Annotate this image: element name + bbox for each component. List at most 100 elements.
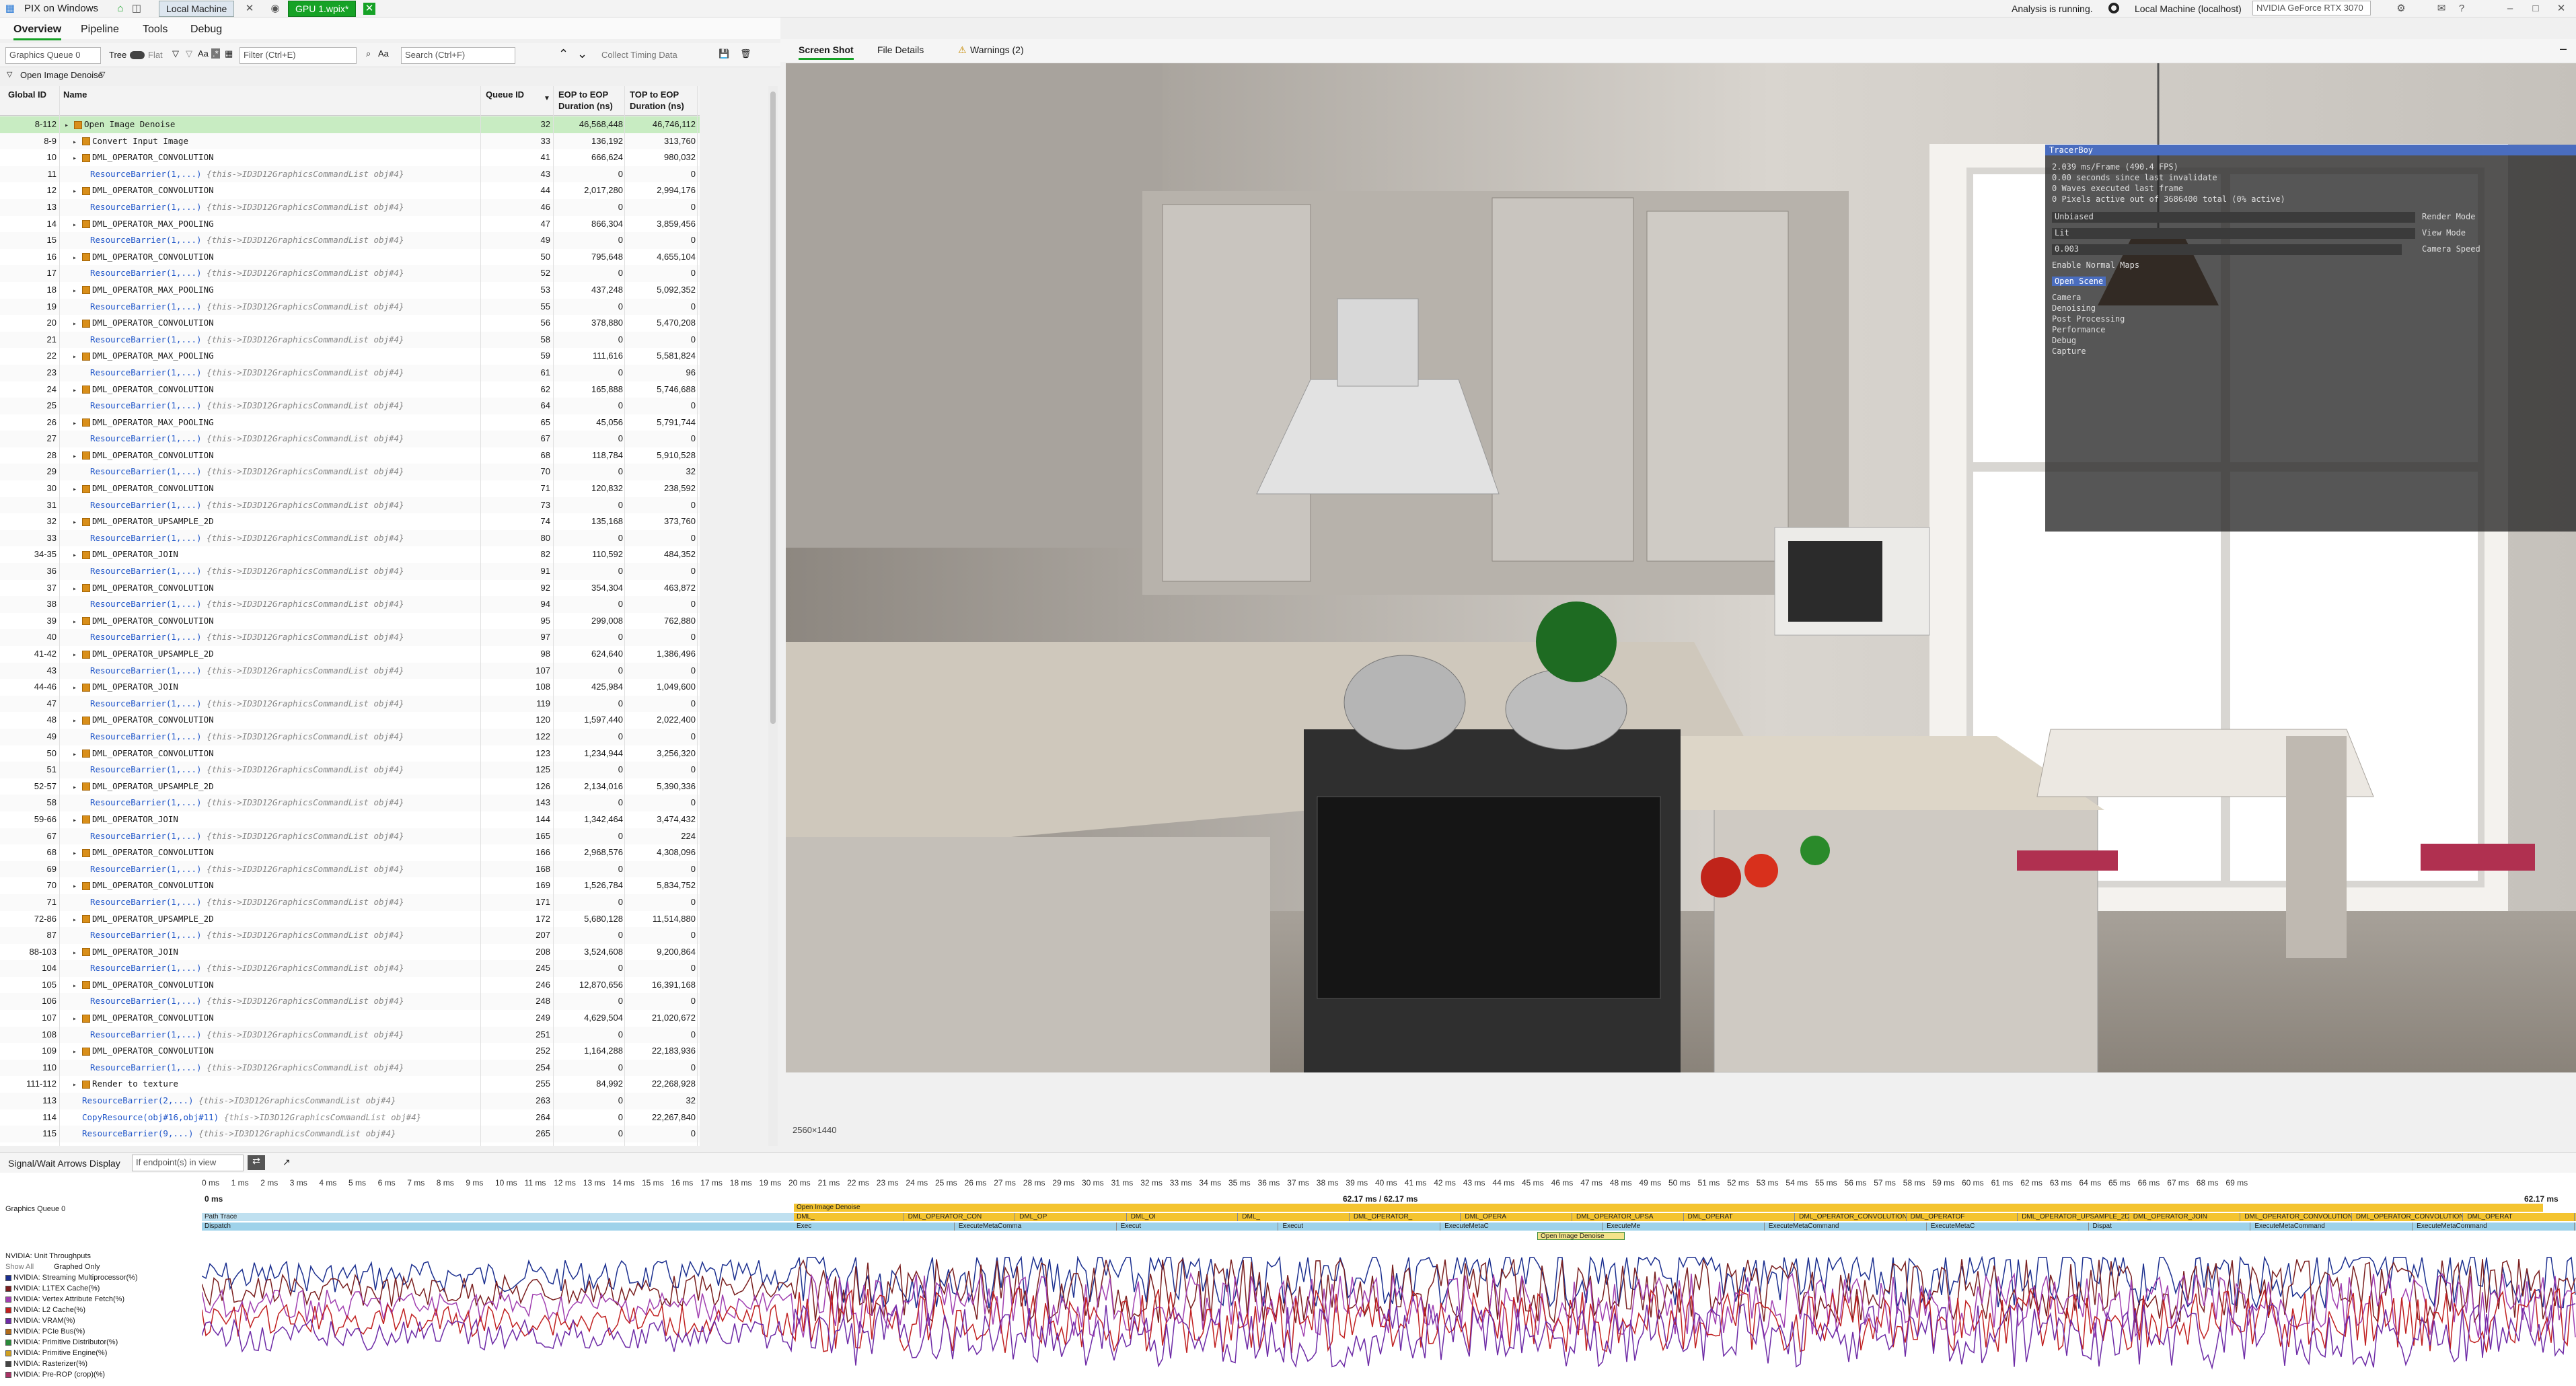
find-icon[interactable]: ⌕ — [366, 48, 371, 59]
tab-screen-shot[interactable]: Screen Shot — [799, 44, 854, 60]
table-row[interactable]: 20 ▸ DML_OPERATOR_CONVOLUTION 56 378,880 5,47… — [0, 315, 700, 332]
denoise-marker[interactable]: Open Image Denoise — [1537, 1232, 1625, 1240]
scroll-thumb[interactable] — [770, 92, 776, 724]
table-row[interactable]: 48 ▸ DML_OPERATOR_CONVOLUTION 120 1,597,440 2… — [0, 712, 700, 729]
maximize-icon[interactable]: □ — [2530, 3, 2542, 15]
expand-icon[interactable]: ▸ — [73, 978, 82, 995]
feedback-icon[interactable]: ✉ — [2435, 3, 2448, 15]
denoise-lane-bar[interactable]: Open Image Denoise — [794, 1204, 2543, 1212]
table-row[interactable]: 110 ResourceBarrier(1,...) {this->ID3D12G… — [0, 1059, 700, 1077]
expand-icon[interactable]: ▸ — [73, 135, 82, 151]
help-icon[interactable]: ? — [2456, 3, 2468, 15]
expand-icon[interactable]: ▸ — [73, 680, 82, 697]
table-row[interactable]: 31 ResourceBarrier(1,...) {this->ID3D12Gr… — [0, 497, 700, 514]
queue-select[interactable]: Graphics Queue 0 — [5, 47, 101, 64]
collapse-icon[interactable]: ▽ — [7, 70, 12, 79]
dml-op-block[interactable]: DML_ — [794, 1213, 904, 1221]
dml-op-block[interactable]: DML_OPERATOR_CONVOLUTION — [1796, 1213, 1907, 1221]
dml-op-block[interactable]: DML_OPERAT — [2464, 1213, 2575, 1221]
dml-op-block[interactable]: DML_ — [1239, 1213, 1350, 1221]
table-row[interactable]: 52-57 ▸ DML_OPERATOR_UPSAMPLE_2D 126 2,134,0… — [0, 778, 700, 795]
expand-icon[interactable]: ▸ — [73, 548, 82, 564]
section-denoising[interactable]: Denoising — [2052, 303, 2096, 313]
table-row[interactable]: 47 ResourceBarrier(1,...) {this->ID3D12Gr… — [0, 695, 700, 713]
dispatch-lane[interactable]: Dispatch — [202, 1223, 794, 1231]
exec-block[interactable]: ExecuteMetaCommand — [2414, 1223, 2575, 1231]
render-mode-select[interactable]: Unbiased — [2052, 212, 2415, 223]
expand-icon[interactable]: ▸ — [73, 449, 82, 466]
table-row[interactable]: 27 ResourceBarrier(1,...) {this->ID3D12Gr… — [0, 431, 700, 447]
expand-icon[interactable]: ▸ — [73, 349, 82, 366]
counter-checkbox[interactable] — [5, 1274, 11, 1281]
table-row[interactable]: 25 ResourceBarrier(1,...) {this->ID3D12Gr… — [0, 398, 700, 414]
table-row[interactable]: 43 ResourceBarrier(1,...) {this->ID3D12Gr… — [0, 662, 700, 680]
table-row[interactable]: 108 ResourceBarrier(1,...) {this->ID3D12G… — [0, 1026, 700, 1044]
section-performance[interactable]: Performance — [2052, 325, 2105, 334]
table-row[interactable]: 71 ResourceBarrier(1,...) {this->ID3D12Gr… — [0, 893, 700, 911]
counter-item[interactable]: NVIDIA: Primitive Distributor(%) — [5, 1338, 118, 1346]
col-eop[interactable]: EOP to EOP Duration (ns) — [558, 89, 613, 112]
view-mode-select[interactable]: Lit — [2052, 228, 2415, 239]
exec-block[interactable]: ExecuteMe — [1604, 1223, 1765, 1231]
counter-checkbox[interactable] — [5, 1371, 11, 1378]
expand-icon[interactable]: ▸ — [73, 217, 82, 234]
counters-track-label[interactable]: NVIDIA: Unit Throughputs — [5, 1252, 91, 1260]
table-row[interactable]: 22 ▸ DML_OPERATOR_MAX_POOLING 59 111,616 5,58… — [0, 348, 700, 365]
collect-timing-button[interactable]: Collect Timing Data — [601, 50, 677, 60]
grid-icon[interactable]: ▦ — [225, 48, 233, 59]
table-row[interactable]: 17 ResourceBarrier(1,...) {this->ID3D12Gr… — [0, 265, 700, 282]
filter-icon[interactable]: ▽ — [172, 48, 179, 59]
table-row[interactable]: 115 ResourceBarrier(9,...) {this->ID3D12G… — [0, 1126, 700, 1142]
table-row[interactable]: 105 ▸ DML_OPERATOR_CONVOLUTION 246 12,870,65… — [0, 977, 700, 994]
exec-block[interactable]: Execut — [1118, 1223, 1279, 1231]
expand-icon[interactable]: ▸ — [65, 118, 74, 135]
graph-icon[interactable]: ↗ — [283, 1157, 291, 1168]
table-row[interactable]: 32 ▸ DML_OPERATOR_UPSAMPLE_2D 74 135,168 373,… — [0, 513, 700, 530]
table-row[interactable]: 87 ResourceBarrier(1,...) {this->ID3D12Gr… — [0, 927, 700, 944]
table-row[interactable]: 33 ResourceBarrier(1,...) {this->ID3D12Gr… — [0, 530, 700, 547]
expand-icon[interactable]: ▸ — [73, 515, 82, 532]
col-global-id[interactable]: Global ID — [8, 89, 46, 100]
tracer-title[interactable]: TracerBoy — [2045, 145, 2576, 155]
previous-icon[interactable]: ⌃ — [558, 47, 568, 61]
col-name[interactable]: Name — [63, 89, 87, 100]
table-row[interactable]: 10 ▸ DML_OPERATOR_CONVOLUTION 41 666,624 980,… — [0, 149, 700, 166]
exec-block[interactable]: ExecuteMetaC — [1928, 1223, 2089, 1231]
counter-item[interactable]: NVIDIA: L1TEX Cache(%) — [5, 1284, 100, 1292]
dml-op-block[interactable]: DML_OPERATOR_UPSAMPLE_2D — [2019, 1213, 2129, 1221]
exec-block[interactable]: Dispat — [2090, 1223, 2251, 1231]
table-row[interactable]: 19 ResourceBarrier(1,...) {this->ID3D12Gr… — [0, 298, 700, 316]
table-row[interactable]: 113 ResourceBarrier(2,...) {this->ID3D12G… — [0, 1093, 700, 1109]
table-row[interactable]: 36 ResourceBarrier(1,...) {this->ID3D12Gr… — [0, 563, 700, 580]
counter-checkbox[interactable] — [5, 1350, 11, 1356]
table-row[interactable]: 107 ▸ DML_OPERATOR_CONVOLUTION 249 4,629,504… — [0, 1010, 700, 1027]
settings-icon[interactable]: ⚙ — [2395, 3, 2407, 15]
exec-block[interactable]: ExecuteMetaC — [1442, 1223, 1603, 1231]
counter-item[interactable]: NVIDIA: Primitive Engine(%) — [5, 1349, 107, 1357]
table-row[interactable]: 104 ResourceBarrier(1,...) {this->ID3D12G… — [0, 960, 700, 977]
table-row[interactable]: 30 ▸ DML_OPERATOR_CONVOLUTION 71 120,832 238,… — [0, 480, 700, 497]
counter-item[interactable]: NVIDIA: Vertex Attribute Fetch(%) — [5, 1295, 124, 1303]
table-row[interactable]: 18 ▸ DML_OPERATOR_MAX_POOLING 53 437,248 5,09… — [0, 282, 700, 299]
expand-icon[interactable]: ▸ — [73, 945, 82, 962]
tab-file-details[interactable]: File Details — [877, 44, 924, 55]
expand-icon[interactable]: ▸ — [73, 813, 82, 830]
chevron-down-icon[interactable]: ▽ — [100, 70, 105, 79]
delete-icon[interactable]: 🗑 — [740, 48, 751, 59]
tab-warnings[interactable]: Warnings (2) — [970, 44, 1024, 55]
table-row[interactable]: 50 ▸ DML_OPERATOR_CONVOLUTION 123 1,234,944 3… — [0, 745, 700, 762]
table-row[interactable]: 34-35 ▸ DML_OPERATOR_JOIN 82 110,592 484,352 — [0, 546, 700, 563]
expand-icon[interactable]: ▸ — [73, 614, 82, 631]
expand-icon[interactable]: ▸ — [73, 647, 82, 664]
exec-block[interactable]: ExecuteMetaCommand — [2252, 1223, 2413, 1231]
counter-item[interactable]: NVIDIA: PCIe Bus(%) — [5, 1327, 85, 1336]
table-row[interactable]: 37 ▸ DML_OPERATOR_CONVOLUTION 92 354,304 463,… — [0, 580, 700, 597]
table-row[interactable]: 111-112 ▸ Render to texture 255 84,992 22,268… — [0, 1076, 700, 1093]
exec-block[interactable]: Exec — [794, 1223, 955, 1231]
exec-block[interactable]: ExecuteMetaCommand — [1766, 1223, 1927, 1231]
col-queue-id[interactable]: Queue ID — [486, 89, 524, 100]
tree-toggle[interactable]: Tree — [109, 50, 126, 60]
expand-icon[interactable]: ▸ — [73, 1077, 82, 1094]
counter-checkbox[interactable] — [5, 1360, 11, 1367]
close-tab-icon[interactable]: ✕ — [363, 3, 375, 15]
